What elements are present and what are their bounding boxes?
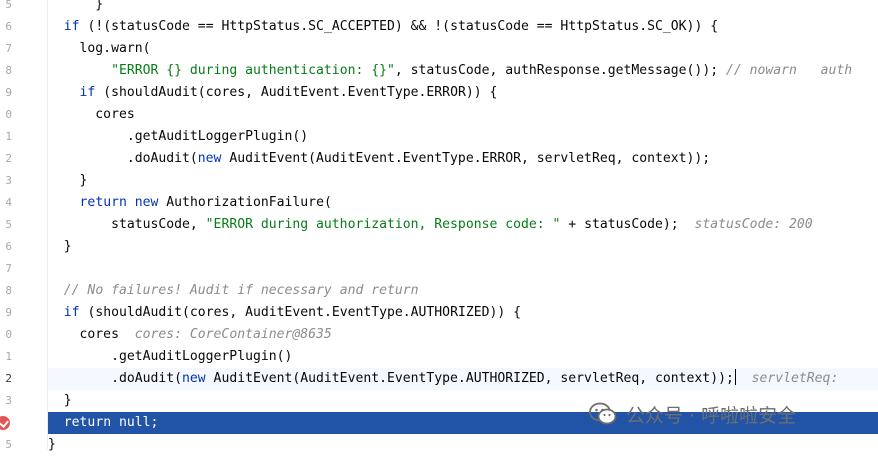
code-token: "ERROR during authorization, Response co… <box>205 217 561 232</box>
line-number: 6 <box>5 240 12 253</box>
code-line[interactable]: if (!(statusCode == HttpStatus.SC_ACCEPT… <box>48 16 878 38</box>
code-token: statusCode, <box>48 217 206 232</box>
code-line[interactable]: if (shouldAudit(cores, AuditEvent.EventT… <box>48 302 878 324</box>
line-number: 8 <box>5 284 12 297</box>
code-token: "ERROR {} during authentication: {}" <box>111 63 395 78</box>
code-token: } <box>48 0 104 12</box>
code-line[interactable]: if (shouldAudit(cores, AuditEvent.EventT… <box>48 82 878 104</box>
wechat-icon <box>589 402 617 425</box>
code-token: (shouldAudit(cores, AuditEvent.EventType… <box>79 305 522 320</box>
line-number: 1 <box>5 350 12 363</box>
code-line[interactable]: .getAuditLoggerPlugin() <box>48 346 878 368</box>
code-token: new <box>197 151 222 166</box>
code-token: AuthorizationFailure( <box>158 195 332 210</box>
code-token: , statusCode, authResponse.getMessage())… <box>394 63 726 78</box>
code-line[interactable]: log.warn( <box>48 38 878 60</box>
line-number: 7 <box>5 262 12 275</box>
inline-debug-hint: cores: CoreContainer@8635 <box>134 327 332 342</box>
line-number: 9 <box>5 306 12 319</box>
code-comment: // No failures! Audit if necessary and r… <box>63 283 419 298</box>
code-line[interactable]: cores <box>48 104 878 126</box>
line-number: 5 <box>5 438 12 451</box>
code-line[interactable]: } <box>48 434 878 456</box>
code-line[interactable]: cores cores: CoreContainer@8635 <box>48 324 878 346</box>
code-line[interactable]: .doAudit(new AuditEvent(AuditEvent.Event… <box>48 368 878 390</box>
code-token: cores <box>48 107 135 122</box>
inline-debug-hint: servletReq: <box>735 371 839 386</box>
code-token: .getAuditLoggerPlugin() <box>48 349 293 364</box>
code-line[interactable]: } <box>48 0 878 16</box>
code-token: if <box>63 19 80 34</box>
line-number: 1 <box>5 130 12 143</box>
code-line[interactable]: statusCode, "ERROR during authorization,… <box>48 214 878 236</box>
code-token: .getAuditLoggerPlugin() <box>48 129 309 144</box>
line-number: 3 <box>5 394 12 407</box>
line-number: 0 <box>5 328 12 341</box>
code-token: } <box>48 239 72 254</box>
code-token: (!(statusCode == HttpStatus.SC_ACCEPTED)… <box>79 19 719 34</box>
code-line[interactable] <box>48 258 878 280</box>
code-token: return <box>63 415 112 430</box>
code-token: } <box>48 437 56 452</box>
code-token: .doAudit( <box>48 371 183 386</box>
code-token: } <box>48 173 88 188</box>
code-line[interactable]: } <box>48 170 878 192</box>
watermark-text: 公众号 · 呼啦啦安全 <box>626 404 797 427</box>
code-token: null; <box>111 415 159 430</box>
code-token: AuditEvent(AuditEvent.EventType.AUTHORIZ… <box>205 371 734 386</box>
code-line[interactable]: // No failures! Audit if necessary and r… <box>48 280 878 302</box>
line-number: 6 <box>5 20 12 33</box>
line-number: 0 <box>5 108 12 121</box>
line-number: 2 <box>5 372 12 385</box>
code-token: + statusCode); <box>560 217 695 232</box>
line-number: 2 <box>5 152 12 165</box>
code-line[interactable]: } <box>48 236 878 258</box>
code-token: new <box>182 371 206 386</box>
code-token: log.warn( <box>48 41 151 56</box>
line-number: 9 <box>5 86 12 99</box>
line-number: 5 <box>5 0 12 11</box>
code-line[interactable]: return new AuthorizationFailure( <box>48 192 878 214</box>
watermark: 公众号 · 呼啦啦安全 <box>588 398 796 430</box>
code-comment: // nowarn auth <box>725 63 853 78</box>
code-token: } <box>48 393 72 408</box>
line-number-gutter: 5 6 7 8 9 0 1 2 3 4 5 6 7 8 9 0 1 2 3 5 <box>0 0 48 451</box>
code-line[interactable]: "ERROR {} during authentication: {}", st… <box>48 60 878 82</box>
code-token: if <box>79 85 96 100</box>
code-token: if <box>63 305 80 320</box>
code-token: (shouldAudit(cores, AuditEvent.EventType… <box>95 85 498 100</box>
line-number: 4 <box>5 196 12 209</box>
code-token: .doAudit( <box>48 151 198 166</box>
line-number: 3 <box>5 174 12 187</box>
code-token: AuditEvent(AuditEvent.EventType.ERROR, s… <box>221 151 711 166</box>
code-line[interactable]: .getAuditLoggerPlugin() <box>48 126 878 148</box>
line-number: 5 <box>5 218 12 231</box>
line-number: 7 <box>5 42 12 55</box>
code-token: new <box>134 195 159 210</box>
code-line[interactable]: .doAudit(new AuditEvent(AuditEvent.Event… <box>48 148 878 170</box>
line-number: 8 <box>5 64 12 77</box>
code-token: cores <box>48 327 135 342</box>
inline-debug-hint: statusCode: 200 <box>694 217 813 232</box>
code-token: return <box>79 195 127 210</box>
